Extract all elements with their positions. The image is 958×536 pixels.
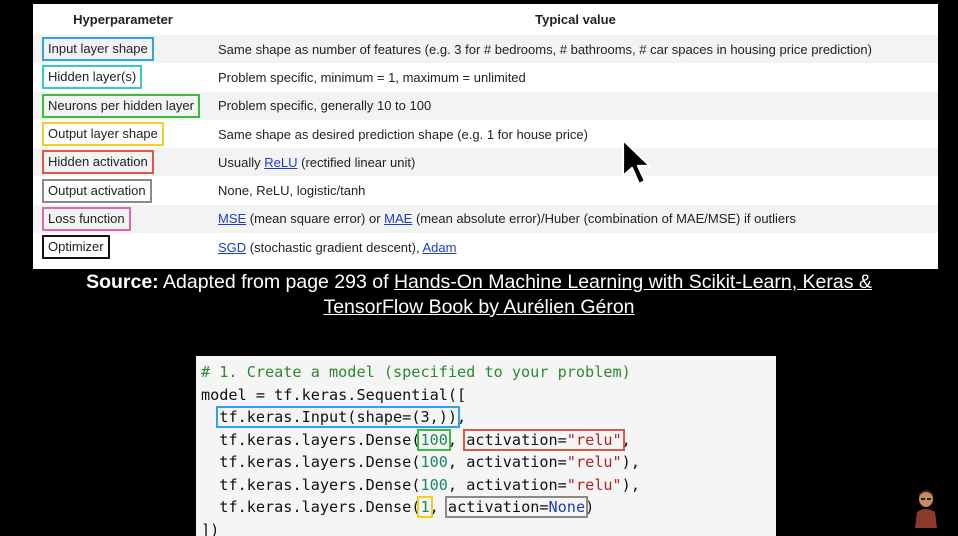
table-row: Output activation None, ReLU, logistic/t…	[33, 176, 938, 204]
code-neurons: 100	[420, 430, 448, 449]
value-output-layer-shape: Same shape as desired prediction shape (…	[218, 126, 588, 142]
code-activation-kw: activation=	[466, 430, 567, 449]
code-dense-prefix: tf.keras.layers.Dense(	[219, 475, 421, 494]
code-dense-prefix: tf.keras.layers.Dense(	[219, 453, 421, 471]
param-input-layer-shape: Input layer shape	[42, 37, 154, 62]
code-relu: "relu"	[566, 475, 622, 494]
code-line-model: model = tf.keras.Sequential([	[201, 385, 467, 404]
table-row: Optimizer SGD (stochastic gradient desce…	[33, 233, 938, 261]
table-row: Hidden layer(s) Problem specific, minimu…	[33, 63, 938, 91]
code-input-call: tf.keras.Input(shape=(3,))	[219, 408, 458, 426]
mae-link[interactable]: MAE	[384, 211, 412, 226]
value-optimizer: SGD (stochastic gradient descent), Adam	[213, 233, 938, 261]
source-caption: Source: Adapted from page 293 of Hands-O…	[0, 270, 958, 320]
mouse-pointer-icon	[621, 138, 652, 186]
value-rest: (mean absolute error)/Huber (combination…	[412, 211, 796, 227]
param-loss-function: Loss function	[42, 206, 131, 231]
code-close: ])	[201, 520, 220, 536]
code-input-layer: tf.keras.Input(shape=(3,))	[216, 406, 461, 428]
param-neurons-per-hidden-layer: Neurons per hidden layer	[42, 93, 200, 118]
code-dense-prefix: tf.keras.layers.Dense(	[219, 498, 421, 516]
book-link-line2[interactable]: TensorFlow Book by Aurélien Géron	[323, 296, 634, 318]
source-label: Source:	[86, 271, 159, 293]
book-link-line1[interactable]: Hands-On Machine Learning with Scikit-Le…	[394, 271, 872, 293]
source-prefix: Adapted from page 293 of	[158, 271, 394, 293]
code-comment: # 1. Create a model (specified to your p…	[201, 363, 631, 381]
param-hidden-activation: Hidden activation	[42, 150, 154, 175]
header-hyperparameter: Hyperparameter	[73, 12, 173, 27]
table-row: Loss function MSE (mean square error) or…	[33, 204, 938, 234]
param-optimizer: Optimizer	[42, 235, 110, 260]
value-hidden-layers: Problem specific, minimum = 1, maximum =…	[218, 69, 526, 85]
code-dense-prefix: tf.keras.layers.Dense(	[219, 430, 421, 449]
code-out-units: 1	[420, 498, 430, 516]
value-neurons-per-hidden-layer: Problem specific, generally 10 to 100	[213, 91, 938, 120]
value-prefix: Usually	[218, 154, 265, 170]
value-loss-function: MSE (mean square error) or MAE (mean abs…	[213, 204, 938, 234]
sgd-link[interactable]: SGD	[218, 240, 246, 255]
hyperparameter-table-panel: Hyperparameter Typical value Input layer…	[33, 4, 938, 269]
code-activation-kw: activation=	[466, 453, 567, 471]
value-rest: (rectified linear unit)	[297, 154, 416, 170]
code-relu: "relu"	[566, 453, 622, 471]
table-row: Neurons per hidden layer Problem specifi…	[33, 91, 938, 120]
value-mid: (mean square error) or	[246, 211, 385, 227]
code-activation-kw: activation=	[466, 475, 567, 494]
code-cell[interactable]: # 1. Create a model (specified to your p…	[196, 356, 776, 536]
code-none: None	[548, 498, 586, 516]
value-output-activation: None, ReLU, logistic/tanh	[218, 183, 366, 199]
code-relu: "relu"	[566, 430, 622, 449]
table-row: Output layer shape Same shape as desired…	[33, 120, 938, 148]
code-neurons: 100	[420, 453, 448, 471]
value-mid: (stochastic gradient descent),	[246, 239, 423, 255]
value-hidden-activation: Usually ReLU (rectified linear unit)	[213, 148, 938, 177]
hyperparameter-table: Hyperparameter Typical value Input layer…	[33, 4, 938, 261]
code-out-activation-kw: activation=	[447, 498, 549, 516]
code-neurons: 100	[420, 475, 448, 494]
relu-link[interactable]: ReLU	[264, 155, 297, 170]
adam-link[interactable]: Adam	[422, 240, 456, 255]
code-block: # 1. Create a model (specified to your p…	[201, 361, 640, 536]
table-row: Hidden activation Usually ReLU (rectifie…	[33, 148, 938, 177]
value-input-layer-shape: Same shape as number of features (e.g. 3…	[213, 35, 938, 64]
mse-link[interactable]: MSE	[218, 211, 246, 226]
param-output-activation: Output activation	[42, 178, 152, 203]
table-row: Input layer shape Same shape as number o…	[33, 35, 938, 64]
presenter-avatar	[915, 490, 937, 528]
header-typical-value: Typical value	[535, 12, 616, 27]
param-output-layer-shape: Output layer shape	[42, 122, 164, 147]
param-hidden-layers: Hidden layer(s)	[42, 65, 143, 90]
